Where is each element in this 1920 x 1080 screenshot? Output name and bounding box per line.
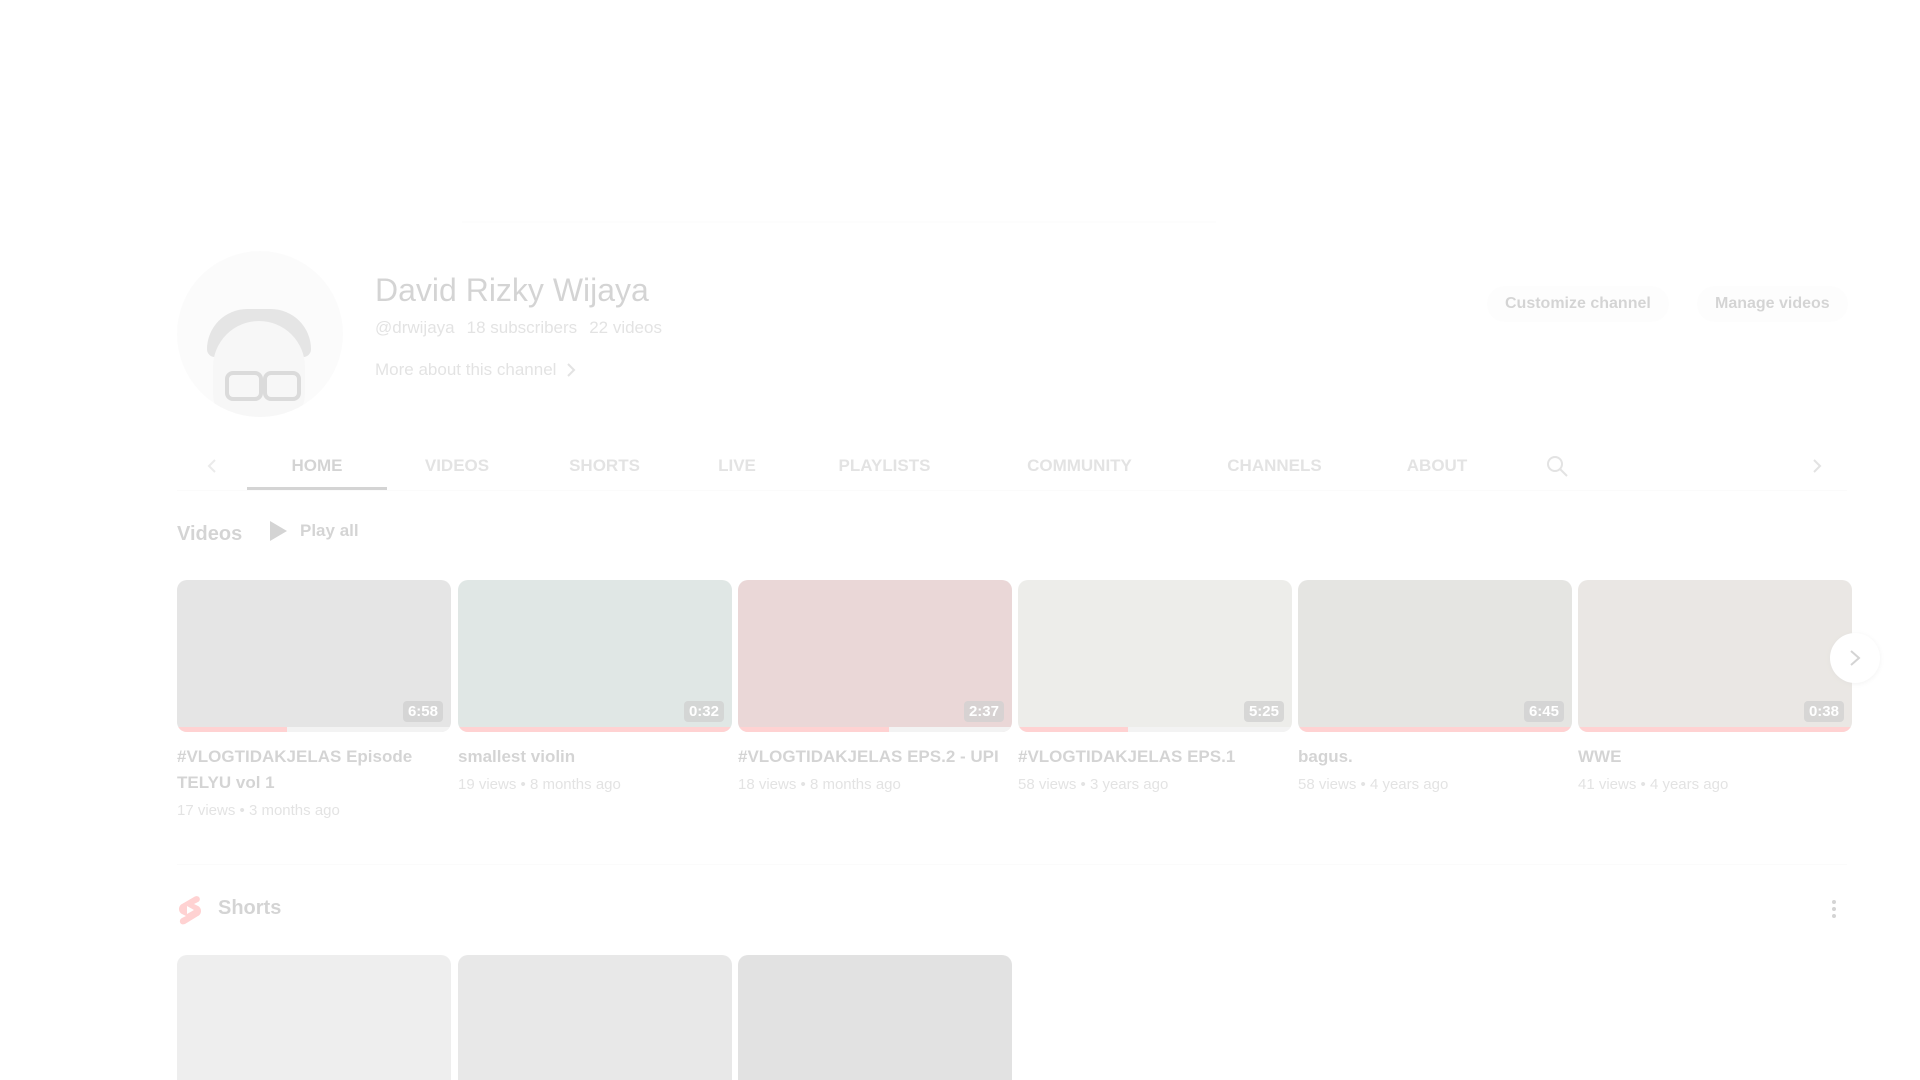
video-duration: 5:25	[1243, 701, 1284, 722]
video-card[interactable]: 6:58 #VLOGTIDAKJELAS Episode TELYU vol 1 1…	[177, 580, 451, 819]
channel-tabs: HOME VIDEOS SHORTS LIVE PLAYLISTS COMMUN…	[177, 440, 1847, 492]
tab-videos[interactable]: VIDEOS	[387, 440, 527, 492]
video-thumbnail[interactable]: 6:45	[1298, 580, 1572, 732]
shorts-section-title: Shorts	[218, 897, 282, 919]
subscriber-count: 18 subscribers	[466, 318, 578, 337]
chevron-right-icon	[1850, 650, 1861, 666]
video-thumbnail[interactable]: 0:38	[1578, 580, 1852, 732]
shelf-next-button[interactable]	[1830, 633, 1880, 683]
video-duration: 0:32	[683, 701, 724, 722]
video-card[interactable]: 6:45 bagus. 58 views • 4 years ago	[1298, 580, 1572, 793]
tabs-divider	[177, 490, 1847, 491]
customize-channel-button[interactable]: Customize channel	[1487, 286, 1669, 322]
watch-progress-bar	[1578, 727, 1852, 732]
tab-playlists[interactable]: PLAYLISTS	[792, 440, 977, 492]
tabs-scroll-left[interactable]	[177, 458, 247, 474]
video-card[interactable]: 5:25 #VLOGTIDAKJELAS EPS.1 58 views • 3 ye…	[1018, 580, 1292, 793]
video-thumbnail[interactable]: 6:58	[177, 580, 451, 732]
tab-shorts[interactable]: SHORTS	[527, 440, 682, 492]
more-vert-icon	[1832, 900, 1836, 918]
video-thumbnail[interactable]: 2:37	[738, 580, 1012, 732]
watch-progress-bar	[1018, 727, 1128, 732]
video-title[interactable]: WWE	[1578, 744, 1852, 770]
shorts-more-button[interactable]	[1822, 897, 1846, 926]
shorts-logo	[177, 895, 203, 930]
watch-progress-bar	[177, 727, 287, 732]
video-meta: 58 views • 3 years ago	[1018, 776, 1169, 793]
video-meta: 18 views • 8 months ago	[738, 776, 901, 793]
video-title[interactable]: #VLOGTIDAKJELAS EPS.1	[1018, 744, 1292, 770]
chevron-right-icon	[1813, 459, 1822, 473]
videos-section-title: Videos	[177, 523, 243, 545]
manage-videos-button[interactable]: Manage videos	[1697, 286, 1848, 322]
video-title[interactable]: smallest violin	[458, 744, 732, 770]
search-icon	[1547, 456, 1568, 477]
video-duration: 2:37	[963, 701, 1004, 722]
short-thumbnail[interactable]	[458, 955, 732, 1080]
more-about-label: More about this channel	[375, 360, 557, 379]
tab-live[interactable]: LIVE	[682, 440, 792, 492]
video-meta: 17 views • 3 months ago	[177, 802, 340, 819]
chevron-right-icon	[567, 363, 576, 377]
video-duration: 6:58	[402, 701, 443, 722]
play-all-label: Play all	[300, 521, 359, 540]
video-card[interactable]: 2:37 #VLOGTIDAKJELAS EPS.2 - UPI 18 views …	[738, 580, 1012, 793]
watch-progress-bar	[1298, 727, 1572, 732]
video-thumbnail[interactable]: 5:25	[1018, 580, 1292, 732]
tabs-scroll-right[interactable]	[1787, 458, 1847, 474]
tab-channels[interactable]: CHANNELS	[1182, 440, 1367, 492]
chevron-left-icon	[207, 459, 216, 473]
short-thumbnail[interactable]	[177, 955, 451, 1080]
short-thumbnail[interactable]	[738, 955, 1012, 1080]
banner-divider	[462, 221, 1216, 223]
watch-progress-bar	[738, 727, 889, 732]
video-thumbnail[interactable]: 0:32	[458, 580, 732, 732]
tab-search[interactable]	[1507, 454, 1607, 478]
video-meta: 41 views • 4 years ago	[1578, 776, 1729, 793]
video-card[interactable]: 0:38 WWE 41 views • 4 years ago	[1578, 580, 1852, 793]
channel-meta: @drwijaya 18 subscribers 22 videos	[375, 318, 662, 338]
more-about-link[interactable]: More about this channel	[375, 360, 578, 380]
video-count: 22 videos	[589, 318, 662, 337]
video-title[interactable]: #VLOGTIDAKJELAS EPS.2 - UPI	[738, 744, 1012, 770]
channel-name: David Rizky Wijaya	[375, 272, 649, 308]
video-duration: 0:38	[1803, 701, 1844, 722]
channel-handle: @drwijaya	[375, 318, 455, 337]
video-meta: 58 views • 4 years ago	[1298, 776, 1449, 793]
video-card[interactable]: 0:32 smallest violin 19 views • 8 months a…	[458, 580, 732, 793]
video-title[interactable]: bagus.	[1298, 744, 1572, 770]
video-meta: 19 views • 8 months ago	[458, 776, 621, 793]
watch-progress-bar	[458, 727, 732, 732]
video-title[interactable]: #VLOGTIDAKJELAS Episode TELYU vol 1	[177, 744, 451, 796]
shorts-icon	[179, 896, 201, 925]
play-all-button[interactable]: Play all	[268, 520, 359, 542]
tab-about[interactable]: ABOUT	[1367, 440, 1507, 492]
avatar[interactable]	[177, 251, 343, 417]
tab-community[interactable]: COMMUNITY	[977, 440, 1182, 492]
section-divider	[177, 864, 1847, 865]
play-icon	[270, 521, 287, 541]
tab-home[interactable]: HOME	[247, 440, 387, 492]
video-duration: 6:45	[1523, 701, 1564, 722]
